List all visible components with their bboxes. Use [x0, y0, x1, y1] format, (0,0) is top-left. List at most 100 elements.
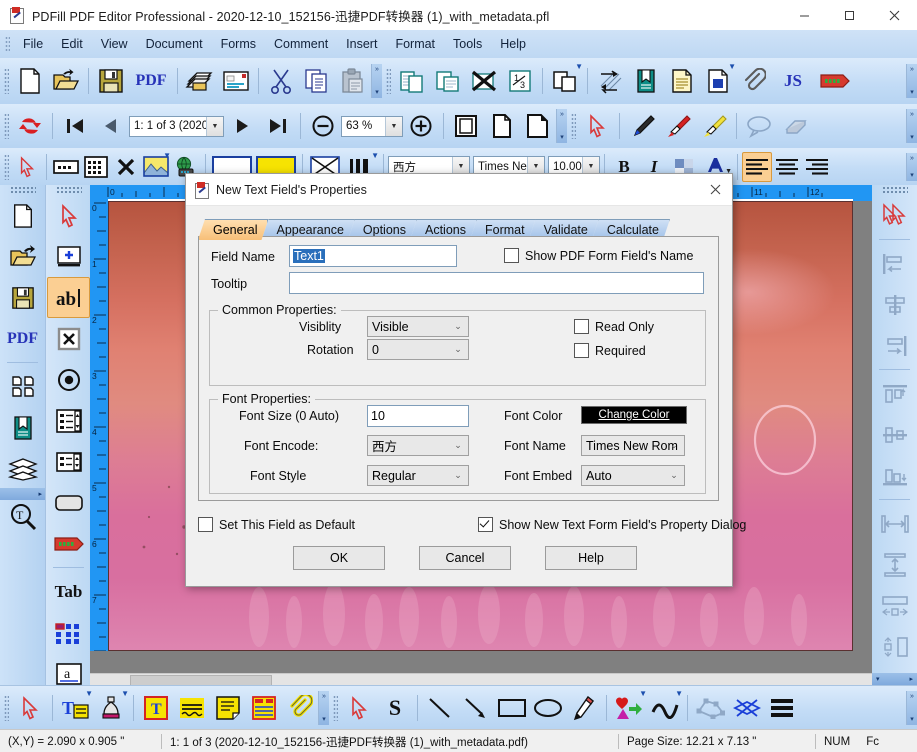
- list-box-field-button[interactable]: [47, 400, 90, 441]
- menu-grip-icon[interactable]: [5, 36, 10, 52]
- chevron-down-icon[interactable]: ▼: [371, 151, 379, 160]
- toolbar-grip-icon[interactable]: [4, 68, 9, 94]
- ink-bottle-button[interactable]: ▼: [93, 689, 129, 726]
- speech-bubble-button[interactable]: [741, 108, 777, 144]
- nav-grip-icon[interactable]: [4, 113, 9, 139]
- paperclip-button[interactable]: [282, 690, 318, 726]
- previous-page-button[interactable]: [93, 108, 129, 144]
- javascript-button[interactable]: JS: [772, 63, 814, 99]
- align-toolbar-overflow[interactable]: ▾ ▸: [872, 673, 917, 685]
- tab-order-button[interactable]: Tab: [47, 571, 90, 612]
- toolbar-overflow-1[interactable]: » ▾: [371, 64, 382, 98]
- set-default-checkbox[interactable]: Set This Field as Default: [198, 517, 355, 532]
- bottom-select-button[interactable]: [12, 690, 48, 726]
- visibility-select[interactable]: Visible ⌄: [367, 316, 469, 337]
- add-field-button[interactable]: [47, 236, 90, 277]
- align-bottom-button[interactable]: [873, 455, 916, 496]
- annot-grip-icon[interactable]: [571, 113, 576, 139]
- combo-box-field-button[interactable]: [47, 441, 90, 482]
- new-document-button[interactable]: [12, 63, 48, 99]
- polygon-button[interactable]: [692, 690, 728, 726]
- chevron-down-icon[interactable]: ⌄: [666, 466, 682, 485]
- text-box-button[interactable]: T: [138, 690, 174, 726]
- left-bookmark-button[interactable]: [1, 407, 44, 448]
- align-center-horizontal-button[interactable]: [873, 284, 916, 325]
- sticky-note-button[interactable]: [210, 690, 246, 726]
- next-page-button[interactable]: [224, 108, 260, 144]
- zoom-selector[interactable]: 63 % ▼: [341, 115, 403, 137]
- zoom-out-button[interactable]: [305, 108, 341, 144]
- extract-pages-button[interactable]: [430, 63, 466, 99]
- annot-overflow[interactable]: » ▾: [906, 109, 917, 143]
- show-form-field-name-checkbox[interactable]: Show PDF Form Field's Name: [504, 248, 693, 263]
- rotation-select[interactable]: 0 ⌄: [367, 339, 469, 360]
- menu-format[interactable]: Format: [386, 34, 444, 54]
- file-attachment-button[interactable]: [246, 690, 282, 726]
- save-button[interactable]: [93, 63, 129, 99]
- cancel-button[interactable]: Cancel: [419, 546, 511, 570]
- barcode-field-button[interactable]: [47, 523, 90, 564]
- last-page-button[interactable]: [260, 108, 296, 144]
- chevron-down-icon[interactable]: ▼: [639, 689, 647, 698]
- chevron-down-icon[interactable]: ⌄: [450, 436, 466, 455]
- form-field-grip-icon[interactable]: [55, 186, 82, 193]
- highlight-button[interactable]: [174, 690, 210, 726]
- duplicate-pages-button[interactable]: ▼: [547, 62, 583, 99]
- insert-pages-button[interactable]: [394, 63, 430, 99]
- left-search-text-button[interactable]: T: [1, 496, 44, 537]
- field-name-input[interactable]: Text1: [289, 245, 457, 267]
- left-open-folder-button[interactable]: [1, 236, 44, 277]
- chevron-down-icon[interactable]: ▼: [85, 689, 93, 698]
- align-grip-icon[interactable]: [881, 186, 908, 193]
- highlighter-button[interactable]: [696, 108, 732, 144]
- change-color-button[interactable]: Change Color: [581, 406, 687, 424]
- format-grip-icon[interactable]: [4, 153, 9, 180]
- cut-shape-button[interactable]: [728, 690, 764, 726]
- radio-button-field-button[interactable]: [47, 359, 90, 400]
- zoom-in-button[interactable]: [403, 108, 439, 144]
- shapes-grip-icon[interactable]: [333, 695, 338, 721]
- chevron-down-icon[interactable]: ▼: [206, 116, 223, 136]
- chevron-down-icon[interactable]: ▼: [728, 62, 736, 71]
- document-info-button[interactable]: [664, 63, 700, 99]
- toolbar-grip-2-icon[interactable]: [386, 68, 391, 94]
- format-overflow[interactable]: » ▾: [906, 152, 917, 181]
- align-select-button[interactable]: [873, 195, 916, 236]
- menu-help[interactable]: Help: [491, 34, 535, 54]
- text-tool-button[interactable]: T ▼: [57, 689, 93, 726]
- chevron-down-icon[interactable]: ⌄: [666, 436, 682, 455]
- curve-button[interactable]: ▼: [647, 689, 683, 726]
- pencil-draw-button[interactable]: [566, 690, 602, 726]
- number-pages-button[interactable]: 13: [502, 63, 538, 99]
- image-field-button[interactable]: ▼: [141, 151, 171, 182]
- tab-general[interactable]: General: [198, 219, 268, 240]
- open-folder-button[interactable]: [48, 63, 84, 99]
- chevron-down-icon[interactable]: ▼: [575, 62, 583, 71]
- checkbox-field-button[interactable]: [47, 318, 90, 359]
- left-pdf-button[interactable]: PDF: [1, 318, 44, 359]
- fields-grid-button[interactable]: [47, 612, 90, 653]
- left-save-button[interactable]: [1, 277, 44, 318]
- distribute-horizontal-button[interactable]: [873, 503, 916, 544]
- align-right-fields-button[interactable]: [873, 325, 916, 366]
- read-only-checkbox[interactable]: Read Only: [574, 319, 654, 334]
- left-layers-button[interactable]: [1, 448, 44, 489]
- align-center-button[interactable]: [772, 152, 802, 182]
- chevron-down-icon[interactable]: ▼: [385, 116, 402, 136]
- arrow-button[interactable]: [458, 690, 494, 726]
- menu-view[interactable]: View: [92, 34, 137, 54]
- align-middle-button[interactable]: [873, 414, 916, 455]
- delete-field-button[interactable]: [111, 152, 141, 182]
- maximize-button[interactable]: [827, 0, 872, 30]
- first-page-button[interactable]: [57, 108, 93, 144]
- nav-overflow[interactable]: » ▾: [556, 109, 567, 143]
- chevron-down-icon[interactable]: ⌄: [450, 466, 466, 485]
- left-thumbnails-button[interactable]: [1, 366, 44, 407]
- menu-forms[interactable]: Forms: [212, 34, 265, 54]
- left-grip-icon[interactable]: [9, 186, 36, 193]
- shape-select-button[interactable]: [341, 690, 377, 726]
- menu-insert[interactable]: Insert: [337, 34, 386, 54]
- font-size-input[interactable]: 10: [367, 405, 469, 427]
- menu-edit[interactable]: Edit: [52, 34, 92, 54]
- align-top-button[interactable]: [873, 373, 916, 414]
